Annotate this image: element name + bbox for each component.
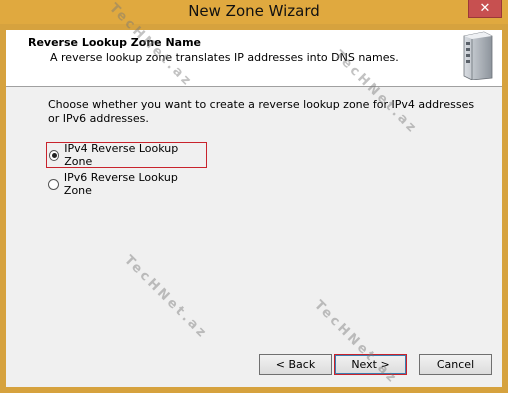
title-bar[interactable]: New Zone Wizard ✕ [0, 0, 508, 24]
cancel-button[interactable]: Cancel [419, 354, 492, 375]
wizard-header: Reverse Lookup Zone Name A reverse looku… [6, 30, 502, 87]
close-button[interactable]: ✕ [468, 0, 502, 18]
page-title: Reverse Lookup Zone Name [28, 36, 202, 49]
option-ipv6[interactable]: IPv6 Reverse Lookup Zone [46, 171, 216, 197]
back-button[interactable]: < Back [259, 354, 332, 375]
ipv6-label: IPv6 Reverse Lookup Zone [63, 171, 178, 197]
wizard-body: Reverse Lookup Zone Name A reverse looku… [6, 30, 502, 387]
ipv4-radio[interactable] [49, 149, 60, 161]
ipv4-label: IPv4 Reverse Lookup Zone [64, 142, 179, 168]
wizard-window: New Zone Wizard ✕ Reverse Lookup Zone Na… [0, 0, 508, 393]
server-icon [463, 31, 493, 80]
window-title: New Zone Wizard [188, 2, 320, 20]
ipv6-radio[interactable] [48, 178, 59, 190]
option-ipv4[interactable]: IPv4 Reverse Lookup Zone [46, 142, 207, 168]
